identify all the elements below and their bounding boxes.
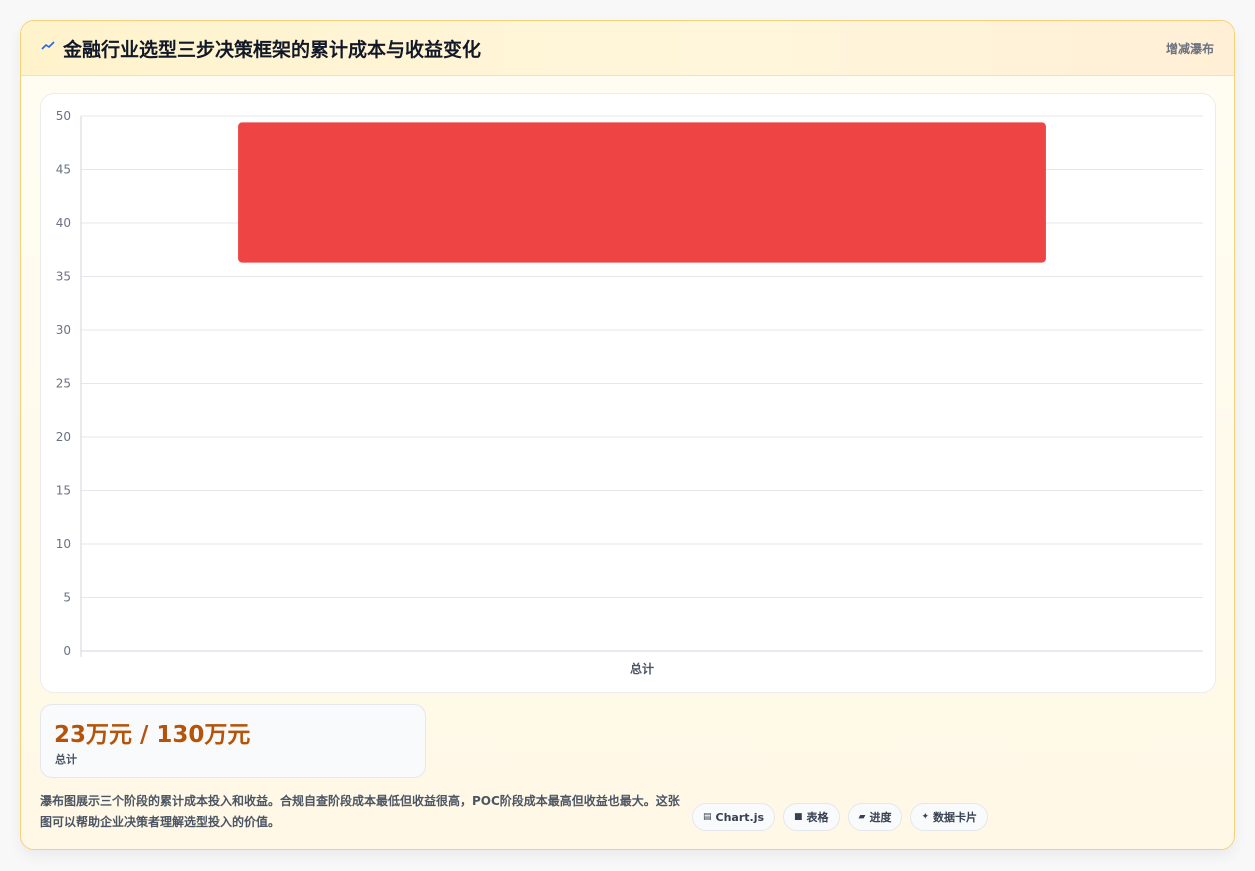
x-category-label: 总计	[630, 661, 654, 676]
y-tick-label: 30	[56, 323, 71, 337]
tag-list: ▤ Chart.js ■ 表格 ▰ 进度 ✦ 数据卡片	[692, 803, 989, 831]
tag-table[interactable]: ■ 表格	[783, 803, 840, 831]
waterfall-chart: 0 5 10 15 20 25 30 35 40 45 50 总计	[56, 109, 1203, 676]
chart-icon: ▤	[703, 812, 712, 822]
y-tick-label: 50	[56, 109, 71, 123]
y-tick-label: 5	[63, 591, 71, 605]
bar	[238, 122, 1046, 263]
progress-icon: ▰	[858, 812, 866, 822]
stat-value: 23万元 / 130万元	[54, 722, 251, 748]
chart-title: 金融行业选型三步决策框架的累计成本与收益变化	[63, 39, 482, 61]
y-tick-label: 25	[56, 377, 71, 391]
y-tick-label: 35	[56, 270, 71, 284]
tag-progress[interactable]: ▰ 进度	[847, 803, 903, 831]
tag-chartjs[interactable]: ▤ Chart.js	[692, 803, 776, 831]
sparkle-icon: ✦	[921, 812, 930, 822]
chart-panel: 0 5 10 15 20 25 30 35 40 45 50 总计	[40, 93, 1216, 693]
y-tick-label: 40	[56, 216, 71, 230]
line-chart-icon	[41, 41, 55, 50]
chart-type-label: 增减瀑布	[1165, 42, 1214, 56]
y-tick-label: 0	[63, 644, 71, 658]
y-tick-label: 10	[56, 537, 71, 551]
stat-card: 23万元 / 130万元 总计	[40, 704, 426, 778]
chart-description: 瀑布图展示三个阶段的累计成本投入和收益。合规自查阶段成本最低但收益很高，POC阶…	[40, 794, 680, 829]
tag-label: 数据卡片	[933, 811, 978, 824]
tag-label: 表格	[806, 811, 829, 824]
y-tick-label: 45	[56, 163, 71, 177]
tag-label: Chart.js	[715, 810, 765, 824]
table-icon: ■	[794, 812, 803, 822]
tag-label: 进度	[869, 811, 892, 824]
tag-data-card[interactable]: ✦ 数据卡片	[910, 803, 989, 831]
y-tick-label: 15	[56, 484, 71, 498]
y-tick-label: 20	[56, 430, 71, 444]
stat-label: 总计	[55, 753, 77, 766]
card-header: 金融行业选型三步决策框架的累计成本与收益变化 增减瀑布	[21, 21, 1234, 76]
chart-card: 金融行业选型三步决策框架的累计成本与收益变化 增减瀑布 0 5 10 15 20 25 30…	[20, 20, 1235, 850]
